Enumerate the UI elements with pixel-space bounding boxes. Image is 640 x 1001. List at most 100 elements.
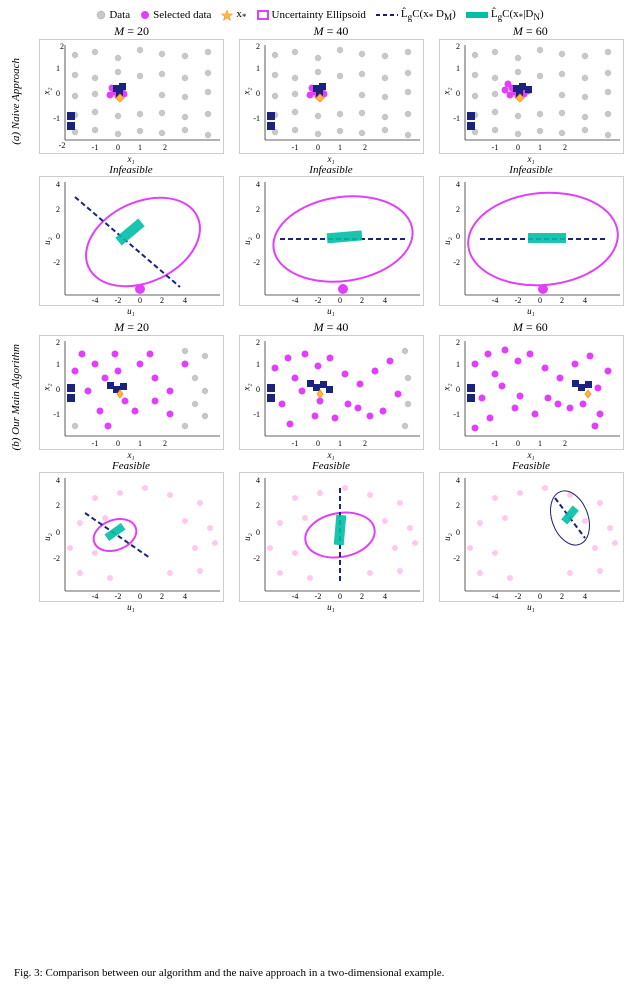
caption-text: Fig. 3: Comparison between our algorithm… xyxy=(14,967,444,979)
svg-text:2: 2 xyxy=(256,42,260,51)
svg-text:0: 0 xyxy=(138,592,142,601)
svg-text:1: 1 xyxy=(256,360,260,369)
svg-text:0: 0 xyxy=(516,143,520,152)
svg-text:-1: -1 xyxy=(253,410,260,419)
svg-text:0: 0 xyxy=(538,296,542,305)
svg-text:2: 2 xyxy=(163,143,167,152)
svg-text:4: 4 xyxy=(56,476,60,485)
svg-text:2: 2 xyxy=(256,338,260,347)
svg-text:0: 0 xyxy=(256,89,260,98)
svg-text:0: 0 xyxy=(456,232,460,241)
feasible-label-b3: Feasible xyxy=(512,460,550,472)
m-header-60: M = 60 xyxy=(440,24,620,39)
main-grid: M = 20 M = 40 M = 60 (a) Naive Approach … xyxy=(10,24,630,961)
feasible-label-b1: Feasible xyxy=(112,460,150,472)
svg-text:1: 1 xyxy=(338,143,342,152)
svg-text:1: 1 xyxy=(256,64,260,73)
legend-xstar-label: x* xyxy=(236,8,246,22)
svg-text:1: 1 xyxy=(538,143,542,152)
svg-text:4: 4 xyxy=(583,296,587,305)
plot-a3-scatter: 0 1 -1 2 -1 0 1 2 xyxy=(432,39,630,164)
plot-b2-ellipse: Feasible 0 2 -2 4 -4 -2 0 2 xyxy=(232,460,430,612)
svg-text:2: 2 xyxy=(563,439,567,448)
svg-text:4: 4 xyxy=(456,180,460,189)
svg-text:0: 0 xyxy=(256,232,260,241)
svg-text:2: 2 xyxy=(456,205,460,214)
svg-text:-2: -2 xyxy=(53,554,60,563)
svg-text:2: 2 xyxy=(256,501,260,510)
legend-xstar: x* xyxy=(221,8,246,22)
svg-text:1: 1 xyxy=(338,439,342,448)
ellipse-svg-b1: 0 2 -2 4 -4 -2 0 2 4 xyxy=(40,473,224,602)
legend-lgc-dm-label: L̂gC(x* DM) xyxy=(401,8,456,22)
svg-text:0: 0 xyxy=(316,439,320,448)
ellipse-svg-a1: 0 2 -2 4 -4 -2 0 2 4 xyxy=(40,177,224,306)
svg-text:-4: -4 xyxy=(91,592,98,601)
svg-text:1: 1 xyxy=(56,360,60,369)
svg-text:2: 2 xyxy=(256,205,260,214)
svg-text:1: 1 xyxy=(138,143,142,152)
svg-text:0: 0 xyxy=(516,439,520,448)
svg-text:-1: -1 xyxy=(291,439,298,448)
legend-ellipsoid: Uncertainty Ellipsoid xyxy=(257,8,366,22)
svg-text:-2: -2 xyxy=(114,592,121,601)
svg-text:-2: -2 xyxy=(453,258,460,267)
section-a-scatter-row: (a) Naive Approach -2 2 xyxy=(10,39,630,164)
svg-text:-4: -4 xyxy=(491,296,498,305)
svg-text:-2: -2 xyxy=(253,258,260,267)
svg-text:2: 2 xyxy=(56,205,60,214)
svg-text:-1: -1 xyxy=(491,143,498,152)
svg-text:-2: -2 xyxy=(514,296,521,305)
plot-a1-ellipse: Infeasible 0 2 -2 4 -4 -2 0 xyxy=(32,164,230,316)
svg-text:2: 2 xyxy=(456,338,460,347)
scatter-svg-a2: 0 1 -1 2 -1 0 1 2 xyxy=(240,40,424,154)
scatter-svg-b3: 0 1 -1 2 -1 0 1 2 xyxy=(440,336,624,450)
svg-text:-2: -2 xyxy=(453,554,460,563)
svg-text:2: 2 xyxy=(363,143,367,152)
svg-text:2: 2 xyxy=(363,439,367,448)
svg-text:-1: -1 xyxy=(491,439,498,448)
svg-text:2: 2 xyxy=(360,296,364,305)
svg-text:4: 4 xyxy=(383,592,387,601)
scatter-svg-b1: 0 1 -1 2 -1 0 1 2 xyxy=(40,336,224,450)
svg-text:2: 2 xyxy=(456,42,460,51)
svg-text:4: 4 xyxy=(256,180,260,189)
svg-text:2: 2 xyxy=(560,296,564,305)
infeasible-label-a3: Infeasible xyxy=(509,164,552,176)
svg-text:-2: -2 xyxy=(314,296,321,305)
svg-text:-4: -4 xyxy=(291,296,298,305)
svg-text:-1: -1 xyxy=(91,439,98,448)
axis-x1-a3: x₁ xyxy=(527,154,534,164)
svg-text:0: 0 xyxy=(256,385,260,394)
svg-text:0: 0 xyxy=(56,89,60,98)
section-b-m-headers: M = 20 M = 40 M = 60 xyxy=(10,320,630,335)
legend-lgc-dn-label: L̂gC(x*|DN) xyxy=(491,8,544,22)
svg-text:2: 2 xyxy=(160,592,164,601)
svg-text:4: 4 xyxy=(183,296,187,305)
scatter-svg-a1: -2 2 0 1 -1 -1 0 1 2 xyxy=(40,40,224,154)
svg-text:0: 0 xyxy=(316,143,320,152)
plot-b3-scatter: 0 1 -1 2 -1 0 1 2 xyxy=(432,335,630,460)
svg-text:2: 2 xyxy=(360,592,364,601)
svg-text:-2: -2 xyxy=(253,554,260,563)
legend-ellipsoid-label: Uncertainty Ellipsoid xyxy=(272,9,366,21)
svg-text:4: 4 xyxy=(56,180,60,189)
infeasible-label-a2: Infeasible xyxy=(309,164,352,176)
section-b-ellipse-row: Feasible 0 2 -2 4 -4 -2 0 2 xyxy=(10,460,630,612)
svg-text:0: 0 xyxy=(456,89,460,98)
plot-b1-scatter: 0 1 -1 2 -1 0 1 2 xyxy=(32,335,230,460)
svg-text:2: 2 xyxy=(163,439,167,448)
svg-text:0: 0 xyxy=(138,296,142,305)
svg-text:-2: -2 xyxy=(58,141,65,150)
m-header-40: M = 40 xyxy=(241,24,421,39)
m-header-b-40: M = 40 xyxy=(241,320,421,335)
figure-container: Data Selected data x* Uncertainty Ellips… xyxy=(0,0,640,1001)
m-header-20: M = 20 xyxy=(42,24,222,39)
svg-text:-1: -1 xyxy=(253,114,260,123)
svg-text:2: 2 xyxy=(56,338,60,347)
axis-x1-a1: x₁ xyxy=(127,154,134,164)
infeasible-label-a1: Infeasible xyxy=(109,164,152,176)
legend-selected: Selected data xyxy=(140,8,211,22)
svg-text:-1: -1 xyxy=(291,143,298,152)
svg-text:0: 0 xyxy=(56,232,60,241)
